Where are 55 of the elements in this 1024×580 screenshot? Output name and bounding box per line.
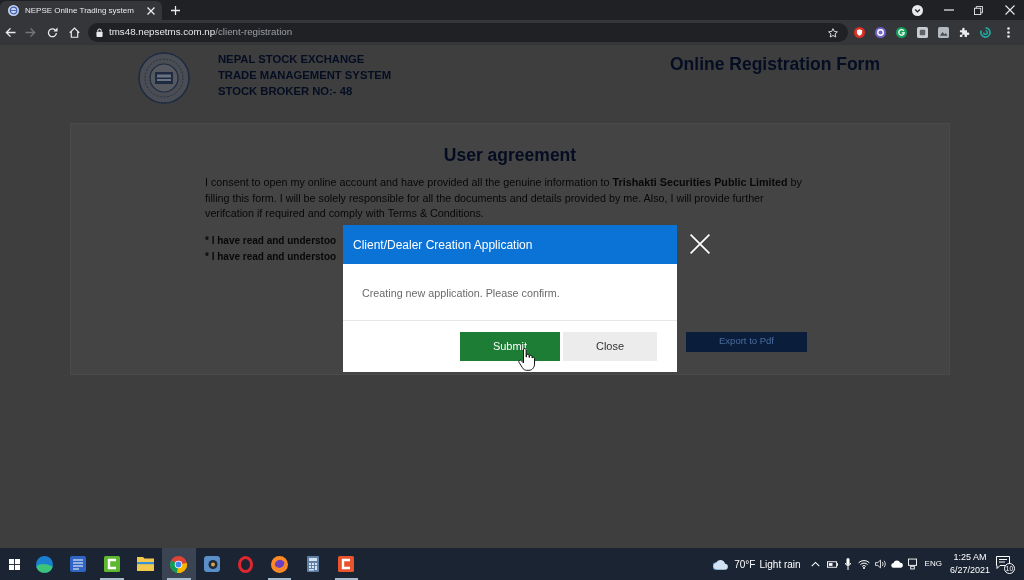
dialog-message: Creating new application. Please confirm. (362, 286, 560, 300)
address-bar[interactable]: tms48.nepsetms.com.np/client-registration (88, 23, 848, 42)
swirl-extension-icon[interactable] (980, 27, 991, 38)
ring-logo-icon (170, 555, 188, 573)
wave-logo-icon (36, 555, 54, 573)
shield-extension-icon[interactable] (854, 27, 865, 38)
submit-button[interactable]: Submit (460, 332, 560, 361)
home-icon[interactable] (69, 27, 80, 38)
clock-date: 6/27/2021 (949, 564, 990, 577)
exchange-name: NEPAL STOCK EXCHANGE (218, 52, 365, 67)
cloud-icon[interactable] (713, 558, 729, 570)
calculator-icon (306, 556, 319, 572)
microphone-icon[interactable] (844, 558, 851, 570)
close-button[interactable]: Close (563, 332, 657, 361)
lock-icon (96, 28, 103, 37)
more-icon[interactable] (1007, 27, 1010, 38)
temperature-text[interactable]: 70°F (734, 556, 756, 572)
target-extension-icon[interactable] (875, 27, 886, 38)
globe-icon (8, 5, 19, 16)
device-icon[interactable] (907, 558, 917, 570)
account-circle-icon[interactable] (912, 4, 923, 16)
clock-time: 1:25 AM (953, 551, 987, 564)
restore-icon[interactable] (974, 5, 983, 15)
browser-tab[interactable]: NEPSE Online Trading system (0, 1, 162, 20)
system-name: TRADE MANAGEMENT SYSTEM (218, 68, 392, 83)
forward-arrow-icon[interactable] (25, 27, 36, 38)
page-title: Online Registration Form (669, 53, 880, 75)
square-extension-icon[interactable] (917, 27, 928, 38)
windows-logo-icon (8, 558, 20, 570)
speaker-icon[interactable] (874, 559, 886, 569)
wifi-icon[interactable] (857, 559, 870, 569)
chevron-up-icon[interactable] (810, 561, 820, 567)
broker-number: STOCK BROKER NO:- 48 (218, 84, 353, 99)
star-icon[interactable] (828, 27, 838, 38)
clock[interactable]: 1:25 AM 6/27/2021 (949, 551, 990, 577)
back-arrow-icon[interactable] (5, 27, 16, 38)
puzzle-icon[interactable] (959, 27, 970, 38)
weather-text[interactable]: Light rain (759, 556, 801, 572)
close-icon[interactable] (1005, 5, 1015, 15)
reload-icon[interactable] (47, 27, 58, 38)
circle-extension-icon[interactable] (896, 27, 907, 38)
ring-icon (238, 555, 254, 573)
battery-icon[interactable] (826, 560, 838, 568)
cloud-sync-icon[interactable] (890, 560, 903, 568)
globe-logo-icon (270, 555, 288, 573)
image-extension-icon[interactable] (938, 27, 949, 38)
document-icon (70, 556, 87, 572)
language-indicator[interactable]: ENG (924, 558, 942, 570)
close-icon[interactable] (147, 6, 155, 15)
seal-logo (138, 52, 190, 104)
new-tab-icon[interactable] (171, 5, 180, 15)
section-heading: User agreement (443, 144, 577, 167)
dialog-title: Client/Dealer Creation Application (353, 236, 533, 254)
folder-icon (136, 557, 154, 571)
lens-icon (204, 556, 221, 572)
